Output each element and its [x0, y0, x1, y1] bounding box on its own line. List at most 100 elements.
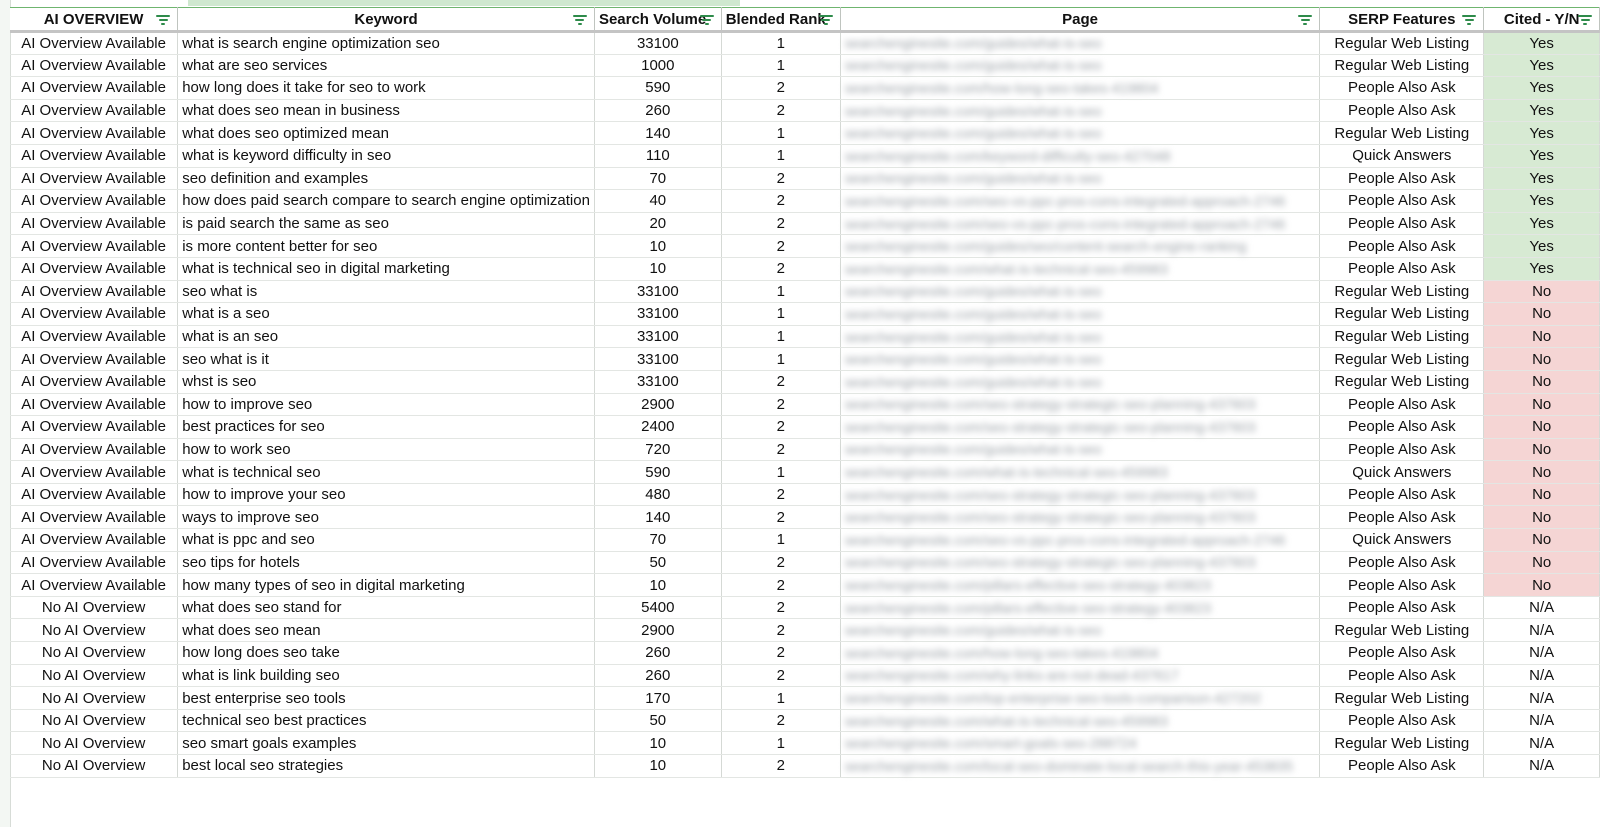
- cell-blended-rank[interactable]: 1: [721, 121, 841, 145]
- cell-page[interactable]: searchenginesite.com/what-is-technical-s…: [840, 257, 1321, 281]
- cell-serp-features[interactable]: Regular Web Listing: [1319, 302, 1485, 326]
- cell-page[interactable]: searchenginesite.com/what-is-technical-s…: [840, 709, 1321, 733]
- cell-ai-overview[interactable]: AI Overview Available: [10, 370, 179, 394]
- cell-page[interactable]: searchenginesite.com/local-seo-dominate-…: [840, 754, 1321, 778]
- cell-blended-rank[interactable]: 1: [721, 31, 841, 55]
- cell-search-volume[interactable]: 10: [594, 234, 722, 258]
- cell-keyword[interactable]: is paid search the same as seo: [177, 212, 595, 236]
- cell-blended-rank[interactable]: 1: [721, 731, 841, 755]
- cell-page[interactable]: searchenginesite.com/guides/what-is-seo: [840, 121, 1321, 145]
- cell-page[interactable]: searchenginesite.com/guides/what-is-seo: [840, 280, 1321, 304]
- cell-ai-overview[interactable]: AI Overview Available: [10, 121, 179, 145]
- cell-keyword[interactable]: seo what is it: [177, 347, 595, 371]
- filter-icon[interactable]: [1298, 15, 1313, 25]
- header-blended-rank[interactable]: Blended Rank: [721, 7, 841, 33]
- cell-ai-overview[interactable]: AI Overview Available: [10, 347, 179, 371]
- cell-search-volume[interactable]: 33100: [594, 31, 722, 55]
- cell-serp-features[interactable]: Regular Web Listing: [1319, 370, 1485, 394]
- cell-keyword[interactable]: what is link building seo: [177, 664, 595, 688]
- cell-ai-overview[interactable]: AI Overview Available: [10, 415, 179, 439]
- cell-blended-rank[interactable]: 2: [721, 573, 841, 597]
- cell-keyword[interactable]: whst is seo: [177, 370, 595, 394]
- cell-serp-features[interactable]: Quick Answers: [1319, 460, 1485, 484]
- cell-serp-features[interactable]: Regular Web Listing: [1319, 618, 1485, 643]
- cell-keyword[interactable]: how does paid search compare to search e…: [177, 189, 595, 213]
- cell-blended-rank[interactable]: 2: [721, 754, 841, 778]
- cell-cited[interactable]: No: [1483, 505, 1600, 530]
- cell-blended-rank[interactable]: 2: [721, 618, 841, 643]
- cell-ai-overview[interactable]: AI Overview Available: [10, 54, 179, 78]
- cell-keyword[interactable]: seo what is: [177, 280, 595, 304]
- cell-keyword[interactable]: how to improve seo: [177, 393, 595, 417]
- cell-search-volume[interactable]: 70: [594, 528, 722, 552]
- cell-blended-rank[interactable]: 1: [721, 280, 841, 304]
- cell-cited[interactable]: Yes: [1483, 54, 1600, 78]
- cell-keyword[interactable]: what are seo services: [177, 54, 595, 78]
- cell-search-volume[interactable]: 260: [594, 664, 722, 688]
- filter-icon[interactable]: [1578, 15, 1592, 25]
- cell-cited[interactable]: N/A: [1483, 664, 1600, 688]
- cell-search-volume[interactable]: 33100: [594, 347, 722, 371]
- cell-blended-rank[interactable]: 1: [721, 302, 841, 326]
- cell-blended-rank[interactable]: 1: [721, 686, 841, 710]
- header-search-volume[interactable]: Search Volume: [594, 7, 722, 33]
- cell-cited[interactable]: No: [1483, 483, 1600, 507]
- cell-ai-overview[interactable]: AI Overview Available: [10, 234, 179, 258]
- cell-keyword[interactable]: what is technical seo in digital marketi…: [177, 257, 595, 281]
- cell-cited[interactable]: N/A: [1483, 731, 1600, 755]
- cell-blended-rank[interactable]: 2: [721, 212, 841, 236]
- cell-page[interactable]: searchenginesite.com/guides/seo/content-…: [840, 234, 1321, 258]
- cell-blended-rank[interactable]: 2: [721, 709, 841, 733]
- cell-serp-features[interactable]: People Also Ask: [1319, 167, 1485, 191]
- cell-search-volume[interactable]: 590: [594, 460, 722, 484]
- cell-serp-features[interactable]: Regular Web Listing: [1319, 54, 1485, 78]
- cell-serp-features[interactable]: People Also Ask: [1319, 212, 1485, 236]
- cell-page[interactable]: searchenginesite.com/guides/what-is-seo: [840, 167, 1321, 191]
- cell-cited[interactable]: No: [1483, 280, 1600, 304]
- cell-cited[interactable]: N/A: [1483, 618, 1600, 643]
- cell-cited[interactable]: Yes: [1483, 121, 1600, 145]
- cell-ai-overview[interactable]: No AI Overview: [10, 754, 179, 778]
- cell-ai-overview[interactable]: AI Overview Available: [10, 189, 179, 213]
- cell-search-volume[interactable]: 590: [594, 76, 722, 100]
- cell-keyword[interactable]: seo smart goals examples: [177, 731, 595, 755]
- cell-serp-features[interactable]: Quick Answers: [1319, 528, 1485, 552]
- cell-ai-overview[interactable]: AI Overview Available: [10, 76, 179, 100]
- cell-page[interactable]: searchenginesite.com/why-links-are-not-d…: [840, 664, 1321, 688]
- cell-cited[interactable]: Yes: [1483, 144, 1600, 168]
- cell-search-volume[interactable]: 140: [594, 505, 722, 530]
- header-serp-features[interactable]: SERP Features: [1319, 7, 1485, 33]
- cell-page[interactable]: searchenginesite.com/guides/what-is-seo: [840, 31, 1321, 55]
- cell-cited[interactable]: No: [1483, 302, 1600, 326]
- header-keyword[interactable]: Keyword: [177, 7, 595, 33]
- cell-search-volume[interactable]: 720: [594, 438, 722, 462]
- cell-page[interactable]: searchenginesite.com/seo-vs-ppc-pros-con…: [840, 212, 1321, 236]
- cell-blended-rank[interactable]: 2: [721, 167, 841, 191]
- cell-page[interactable]: searchenginesite.com/seo-strategy-strate…: [840, 393, 1321, 417]
- cell-keyword[interactable]: what is search engine optimization seo: [177, 31, 595, 55]
- cell-search-volume[interactable]: 1000: [594, 54, 722, 78]
- cell-ai-overview[interactable]: AI Overview Available: [10, 31, 179, 55]
- filter-icon[interactable]: [1462, 15, 1477, 25]
- cell-blended-rank[interactable]: 2: [721, 551, 841, 575]
- cell-search-volume[interactable]: 5400: [594, 596, 722, 620]
- cell-blended-rank[interactable]: 1: [721, 460, 841, 484]
- cell-blended-rank[interactable]: 1: [721, 325, 841, 349]
- cell-search-volume[interactable]: 40: [594, 189, 722, 213]
- cell-cited[interactable]: Yes: [1483, 31, 1600, 55]
- cell-page[interactable]: searchenginesite.com/pillars-effective-s…: [840, 573, 1321, 597]
- cell-page[interactable]: searchenginesite.com/guides/what-is-seo: [840, 618, 1321, 643]
- cell-ai-overview[interactable]: AI Overview Available: [10, 280, 179, 304]
- cell-keyword[interactable]: is more content better for seo: [177, 234, 595, 258]
- cell-ai-overview[interactable]: AI Overview Available: [10, 99, 179, 123]
- cell-blended-rank[interactable]: 2: [721, 415, 841, 439]
- cell-keyword[interactable]: best practices for seo: [177, 415, 595, 439]
- cell-serp-features[interactable]: Quick Answers: [1319, 144, 1485, 168]
- cell-ai-overview[interactable]: AI Overview Available: [10, 212, 179, 236]
- cell-cited[interactable]: N/A: [1483, 709, 1600, 733]
- filter-icon[interactable]: [699, 15, 714, 25]
- cell-cited[interactable]: No: [1483, 551, 1600, 575]
- cell-page[interactable]: searchenginesite.com/seo-strategy-strate…: [840, 505, 1321, 530]
- cell-keyword[interactable]: what does seo optimized mean: [177, 121, 595, 145]
- cell-ai-overview[interactable]: No AI Overview: [10, 686, 179, 710]
